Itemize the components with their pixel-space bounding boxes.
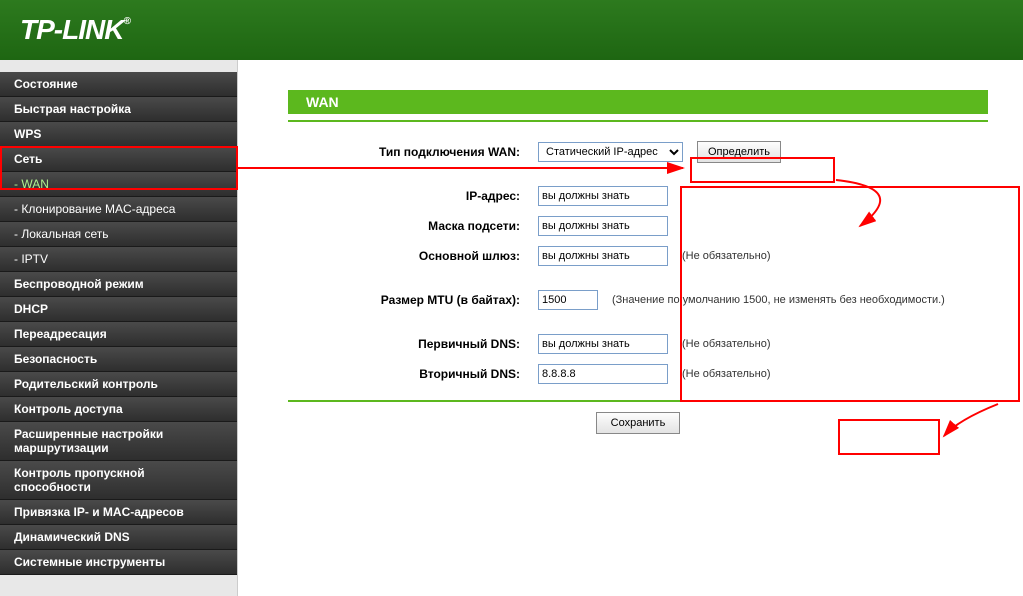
sidebar-item[interactable]: Сеть: [0, 147, 237, 172]
sidebar-item[interactable]: Переадресация: [0, 322, 237, 347]
wan-type-label: Тип подключения WAN:: [288, 145, 538, 159]
ip-label: IP-адрес:: [288, 189, 538, 203]
gateway-hint: (Не обязательно): [682, 250, 771, 262]
sidebar: СостояниеБыстрая настройкаWPSСеть- WAN- …: [0, 60, 238, 596]
logo: TP-LINK®: [20, 14, 130, 46]
sidebar-item[interactable]: Контроль доступа: [0, 397, 237, 422]
sidebar-item[interactable]: WPS: [0, 122, 237, 147]
gateway-input[interactable]: [538, 246, 668, 266]
mtu-label: Размер MTU (в байтах):: [288, 293, 538, 307]
sidebar-subitem[interactable]: - IPTV: [0, 247, 237, 272]
sidebar-item[interactable]: Беспроводной режим: [0, 272, 237, 297]
wan-type-select[interactable]: Статический IP-адрес: [538, 142, 683, 162]
dns2-hint: (Не обязательно): [682, 368, 771, 380]
mask-label: Маска подсети:: [288, 219, 538, 233]
sidebar-item[interactable]: Привязка IP- и MAC-адресов: [0, 500, 237, 525]
sidebar-item[interactable]: Быстрая настройка: [0, 97, 237, 122]
mtu-input[interactable]: [538, 290, 598, 310]
divider: [288, 120, 988, 122]
dns1-label: Первичный DNS:: [288, 337, 538, 351]
gateway-label: Основной шлюз:: [288, 249, 538, 263]
sidebar-item[interactable]: DHCP: [0, 297, 237, 322]
sidebar-item[interactable]: Расширенные настройки маршрутизации: [0, 422, 237, 461]
sidebar-item[interactable]: Системные инструменты: [0, 550, 237, 575]
sidebar-subitem[interactable]: - WAN: [0, 172, 237, 197]
detect-button[interactable]: Определить: [697, 141, 781, 163]
mtu-hint: (Значение по умолчанию 1500, не изменять…: [612, 294, 945, 306]
dns1-hint: (Не обязательно): [682, 338, 771, 350]
divider: [288, 400, 988, 402]
sidebar-subitem[interactable]: - Локальная сеть: [0, 222, 237, 247]
dns2-label: Вторичный DNS:: [288, 367, 538, 381]
sidebar-item[interactable]: Состояние: [0, 72, 237, 97]
dns1-input[interactable]: [538, 334, 668, 354]
page-title: WAN: [288, 90, 988, 114]
ip-input[interactable]: [538, 186, 668, 206]
mask-input[interactable]: [538, 216, 668, 236]
sidebar-item[interactable]: Безопасность: [0, 347, 237, 372]
header: TP-LINK®: [0, 0, 1023, 60]
wan-form: Тип подключения WAN: Статический IP-адре…: [288, 140, 988, 386]
sidebar-item[interactable]: Родительский контроль: [0, 372, 237, 397]
sidebar-item[interactable]: Контроль пропускной способности: [0, 461, 237, 500]
save-button[interactable]: Сохранить: [596, 412, 681, 434]
sidebar-subitem[interactable]: - Клонирование MAC-адреса: [0, 197, 237, 222]
sidebar-item[interactable]: Динамический DNS: [0, 525, 237, 550]
main-content: WAN Тип подключения WAN: Статический IP-…: [238, 60, 1023, 596]
dns2-input[interactable]: [538, 364, 668, 384]
